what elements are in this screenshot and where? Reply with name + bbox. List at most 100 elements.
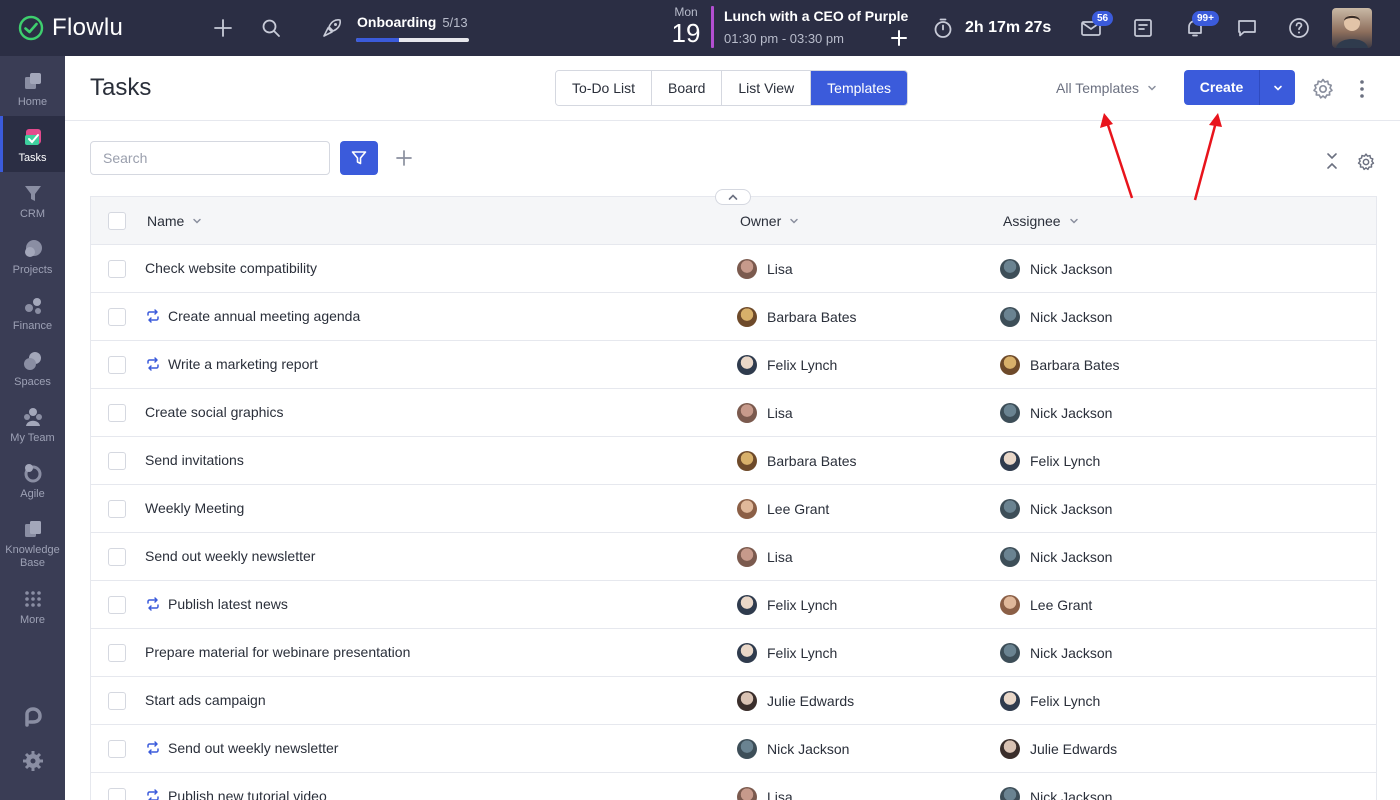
sidebar-item-spaces[interactable]: Spaces [0, 340, 65, 396]
owner-cell[interactable]: Lisa [737, 787, 793, 800]
assignee-cell[interactable]: Felix Lynch [1000, 451, 1100, 471]
tab-templates[interactable]: Templates [811, 71, 907, 105]
row-checkbox[interactable] [108, 644, 126, 662]
column-header-name[interactable]: Name [147, 213, 202, 229]
tab-to-do-list[interactable]: To-Do List [556, 71, 653, 105]
search-input[interactable] [90, 141, 330, 175]
assignee-cell[interactable]: Barbara Bates [1000, 355, 1120, 375]
assignee-cell[interactable]: Nick Jackson [1000, 547, 1112, 567]
row-checkbox[interactable] [108, 500, 126, 518]
task-name-cell[interactable]: Publish latest news [145, 596, 288, 612]
create-dropdown-button[interactable] [1260, 70, 1295, 105]
task-name-cell[interactable]: Send invitations [145, 452, 244, 468]
assignee-cell[interactable]: Nick Jackson [1000, 643, 1112, 663]
assignee-cell[interactable]: Nick Jackson [1000, 787, 1112, 800]
more-vertical-icon[interactable] [1354, 78, 1370, 100]
owner-cell[interactable]: Lisa [737, 547, 793, 567]
collapse-toolbar-button[interactable] [715, 189, 751, 205]
search-icon[interactable] [259, 16, 283, 40]
timer-icon[interactable] [931, 16, 955, 40]
assignee-cell[interactable]: Nick Jackson [1000, 403, 1112, 423]
sidebar-item-home[interactable]: Home [0, 60, 65, 116]
table-row[interactable]: Publish latest news Felix Lynch Lee Grant [91, 581, 1376, 629]
tab-board[interactable]: Board [652, 71, 723, 105]
assignee-cell[interactable]: Lee Grant [1000, 595, 1092, 615]
sidebar-item-agile[interactable]: Agile [0, 452, 65, 508]
assignee-cell[interactable]: Felix Lynch [1000, 691, 1100, 711]
assignee-cell[interactable]: Julie Edwards [1000, 739, 1117, 759]
add-filter-icon[interactable] [394, 148, 414, 168]
table-row[interactable]: Weekly Meeting Lee Grant Nick Jackson [91, 485, 1376, 533]
sidebar-item-projects[interactable]: Projects [0, 228, 65, 284]
sidebar-item-settings[interactable] [0, 740, 65, 796]
sidebar-item-crm[interactable]: CRM [0, 172, 65, 228]
table-row[interactable]: Start ads campaign Julie Edwards Felix Lyn… [91, 677, 1376, 725]
table-row[interactable]: Write a marketing report Felix Lynch Barba… [91, 341, 1376, 389]
tab-list-view[interactable]: List View [722, 71, 812, 105]
row-checkbox[interactable] [108, 404, 126, 422]
table-row[interactable]: Publish new tutorial video Lisa Nick Jacks… [91, 773, 1376, 800]
row-checkbox[interactable] [108, 740, 126, 758]
owner-cell[interactable]: Felix Lynch [737, 595, 837, 615]
row-checkbox[interactable] [108, 356, 126, 374]
table-row[interactable]: Create social graphics Lisa Nick Jackson [91, 389, 1376, 437]
owner-cell[interactable]: Lee Grant [737, 499, 829, 519]
assignee-cell[interactable]: Nick Jackson [1000, 259, 1112, 279]
table-row[interactable]: Send out weekly newsletter Nick Jackson Ju… [91, 725, 1376, 773]
owner-cell[interactable]: Felix Lynch [737, 643, 837, 663]
settings-gear-icon[interactable] [1311, 77, 1335, 101]
row-checkbox[interactable] [108, 260, 126, 278]
task-name-cell[interactable]: Send out weekly newsletter [145, 548, 315, 564]
owner-cell[interactable]: Nick Jackson [737, 739, 849, 759]
table-settings-gear-icon[interactable] [1356, 152, 1376, 172]
chat-icon[interactable] [1235, 16, 1259, 40]
row-checkbox[interactable] [108, 596, 126, 614]
task-name-cell[interactable]: Publish new tutorial video [145, 788, 327, 800]
event-title[interactable]: Lunch with a CEO of Purple [724, 8, 908, 24]
row-checkbox[interactable] [108, 788, 126, 800]
column-header-owner[interactable]: Owner [740, 213, 799, 229]
task-name-cell[interactable]: Prepare material for webinare presentati… [145, 644, 410, 660]
task-name-cell[interactable]: Create social graphics [145, 404, 284, 420]
sidebar-item-knowledge-base[interactable]: Knowledge Base [0, 508, 65, 572]
table-row[interactable]: Send invitations Barbara Bates Felix Lynch [91, 437, 1376, 485]
select-all-checkbox[interactable] [108, 212, 126, 230]
flowlu-logo[interactable]: Flowlu [18, 14, 123, 42]
task-name-cell[interactable]: Create annual meeting agenda [145, 308, 360, 324]
row-checkbox[interactable] [108, 548, 126, 566]
row-checkbox[interactable] [108, 452, 126, 470]
filter-button[interactable] [340, 141, 378, 175]
table-row[interactable]: Create annual meeting agenda Barbara Bate… [91, 293, 1376, 341]
add-icon[interactable] [211, 16, 235, 40]
task-name-cell[interactable]: Weekly Meeting [145, 500, 244, 516]
table-row[interactable]: Check website compatibility Lisa Nick Jack… [91, 245, 1376, 293]
template-filter-dropdown[interactable]: All Templates [1056, 80, 1157, 96]
table-row[interactable]: Prepare material for webinare presentati… [91, 629, 1376, 677]
help-icon[interactable] [1287, 16, 1311, 40]
sidebar-item-more[interactable]: More [0, 578, 65, 634]
owner-cell[interactable]: Felix Lynch [737, 355, 837, 375]
task-name-cell[interactable]: Send out weekly newsletter [145, 740, 338, 756]
assignee-cell[interactable]: Nick Jackson [1000, 499, 1112, 519]
create-button[interactable]: Create [1184, 70, 1260, 105]
owner-cell[interactable]: Barbara Bates [737, 307, 857, 327]
add-event-icon[interactable] [888, 27, 910, 49]
notes-icon[interactable] [1131, 16, 1155, 40]
sidebar-item-finance[interactable]: Finance [0, 284, 65, 340]
user-avatar[interactable] [1332, 8, 1372, 48]
owner-cell[interactable]: Julie Edwards [737, 691, 854, 711]
column-header-assignee[interactable]: Assignee [1003, 213, 1079, 229]
task-name-cell[interactable]: Start ads campaign [145, 692, 266, 708]
owner-cell[interactable]: Barbara Bates [737, 451, 857, 471]
owner-cell[interactable]: Lisa [737, 259, 793, 279]
assignee-cell[interactable]: Nick Jackson [1000, 307, 1112, 327]
sidebar-item-tasks[interactable]: Tasks [0, 116, 65, 172]
row-checkbox[interactable] [108, 692, 126, 710]
task-name-cell[interactable]: Check website compatibility [145, 260, 317, 276]
owner-cell[interactable]: Lisa [737, 403, 793, 423]
sidebar-item-my-team[interactable]: My Team [0, 396, 65, 452]
table-row[interactable]: Send out weekly newsletter Lisa Nick Jacks… [91, 533, 1376, 581]
task-name-cell[interactable]: Write a marketing report [145, 356, 318, 372]
row-checkbox[interactable] [108, 308, 126, 326]
timer-readout[interactable]: 2h 17m 27s [965, 19, 1051, 37]
